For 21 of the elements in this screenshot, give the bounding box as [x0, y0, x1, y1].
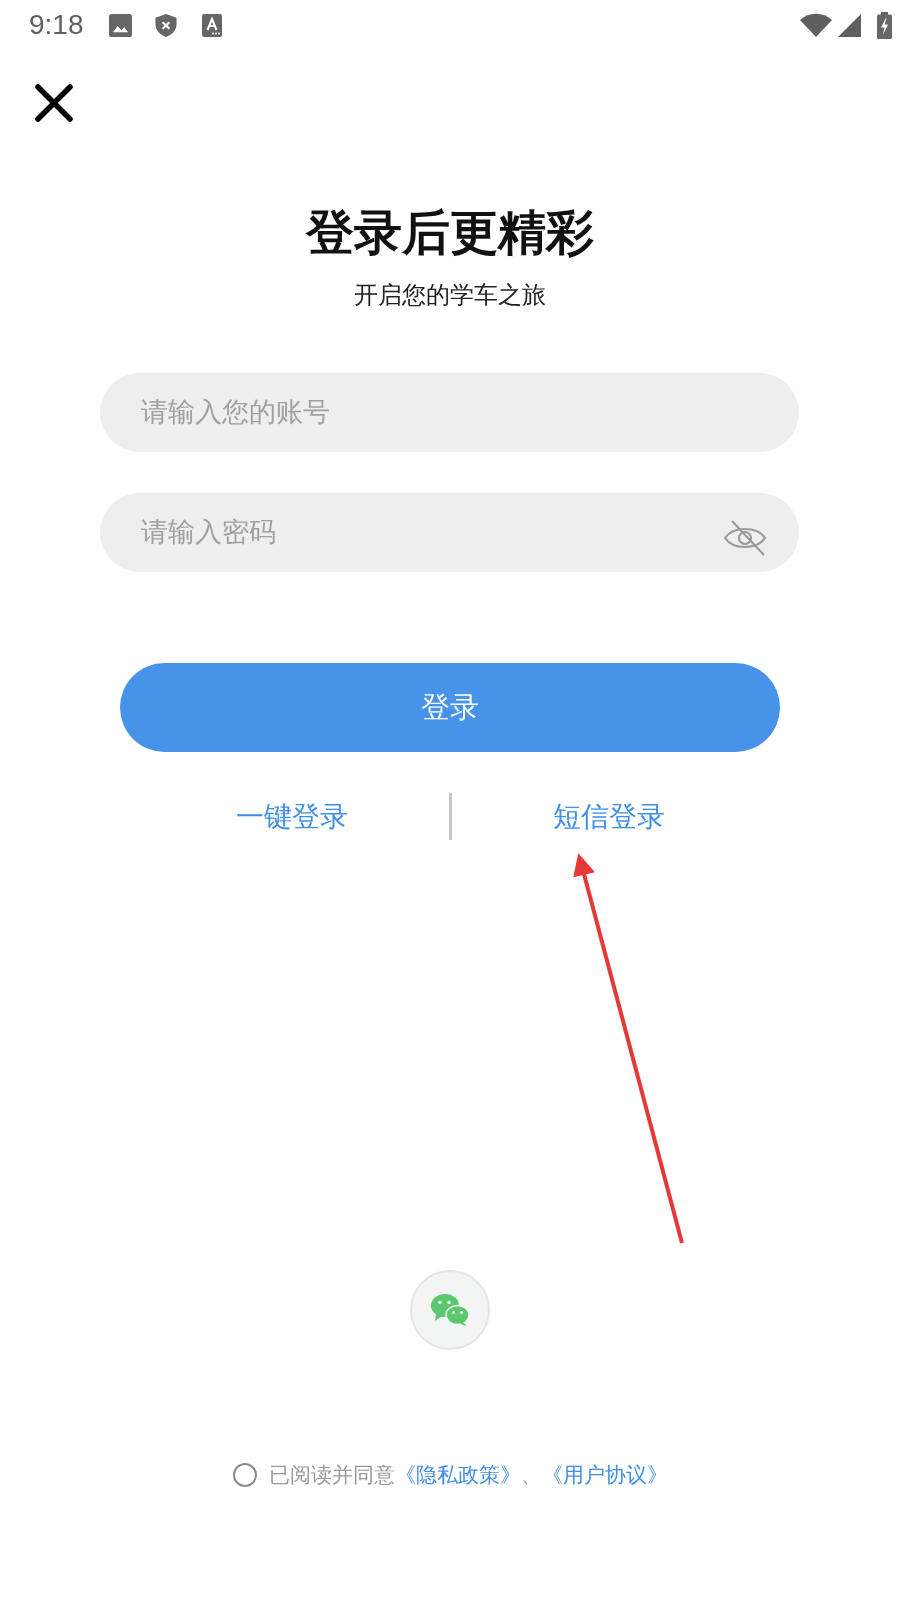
agreement-text: 已阅读并同意《隐私政策》、《用户协议》: [268, 1462, 668, 1488]
login-option-link[interactable]: 短信登录: [553, 798, 665, 835]
shield-x-icon: [154, 13, 177, 37]
close-icon[interactable]: [34, 83, 74, 123]
battery-charging-icon: [877, 11, 892, 39]
eye-slash-icon[interactable]: [723, 520, 767, 556]
page-subtitle: 开启您的学车之旅: [354, 280, 546, 310]
policy-link[interactable]: 《用户协议》: [541, 1463, 668, 1486]
password-field[interactable]: 请输入密码: [100, 493, 799, 572]
account-field[interactable]: 请输入您的账号: [100, 373, 799, 452]
login-button[interactable]: 登录: [120, 663, 780, 752]
agreement-checkbox[interactable]: [232, 1463, 257, 1487]
chat-bubbles-icon: [430, 1293, 470, 1327]
image-icon: [108, 13, 132, 37]
signal-icon: [838, 13, 861, 37]
page-title: 登录后更精彩: [306, 205, 594, 261]
text-format-icon: [201, 13, 222, 37]
login-option-link[interactable]: 一键登录: [236, 798, 348, 835]
policy-link[interactable]: 《隐私政策》: [394, 1463, 521, 1486]
wifi-icon: [800, 13, 832, 37]
status-time: 9:18: [29, 9, 84, 41]
